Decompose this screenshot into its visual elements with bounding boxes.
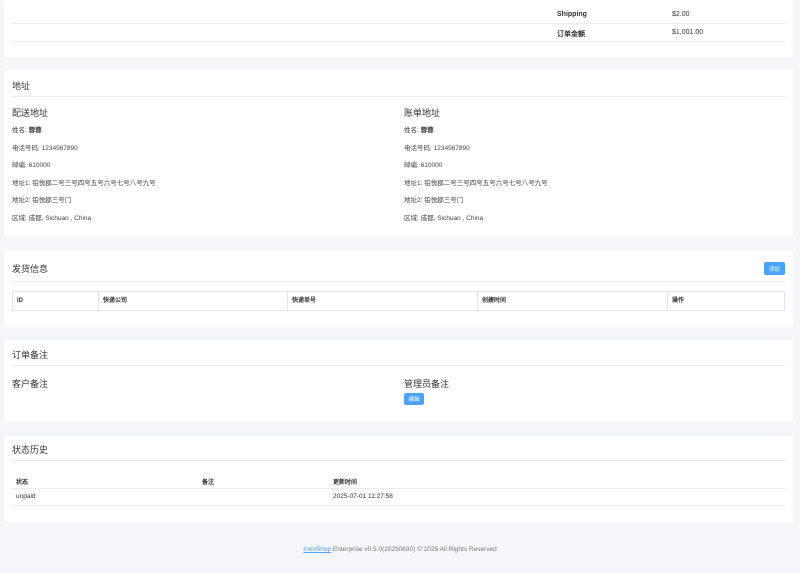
customer-notes-label: 客户备注 (12, 379, 49, 389)
table-row: unpaid 2025-07-01 11:27:58 (12, 489, 785, 506)
status-history-title: 状态历史 (12, 445, 49, 455)
col-id: ID (13, 292, 99, 310)
add-shipment-button[interactable]: 添加 (764, 262, 785, 275)
footer: InnoShop Enterprise v0.5.0(20250630) © 2… (0, 546, 800, 553)
totals-row-order-amount: 订单金额 $1,001.00 (12, 24, 785, 42)
billing-name: 姓名: 蓉蓉 (404, 127, 434, 134)
shipping-region: 区域: 成都, Sichuan , China (12, 214, 92, 222)
totals-label: Shipping (557, 11, 587, 18)
shipping-addr2: 地址2: 铂悦郡三号门 (12, 197, 72, 204)
history-updated-time: 2025-07-01 11:27:58 (333, 493, 393, 500)
divider (12, 96, 785, 97)
shipping-info-card: 发货信息 添加 ID 快递公司 快递单号 创建时间 操作 (4, 250, 793, 327)
footer-copyright: Enterprise v0.5.0(20250630) © 2025 All R… (331, 546, 497, 553)
billing-zip: 邮编: 610000 (404, 162, 443, 169)
shipping-zip: 邮编: 610000 (12, 162, 51, 169)
shipping-phone: 电话号码: 1234567890 (12, 144, 78, 152)
history-table-header: 状态 备注 更新时间 (12, 474, 785, 489)
col-created-time: 创建时间 (478, 292, 668, 310)
address-card: 地址 配送地址 姓名: 蓉蓉 电话号码: 1234567890 邮编: 6100… (4, 70, 793, 237)
billing-region: 区域: 成都, Sichuan , China (404, 214, 484, 222)
col-note: 备注 (202, 480, 215, 486)
footer-brand-link[interactable]: InnoShop (303, 546, 331, 553)
shipment-table-header: ID 快递公司 快递单号 创建时间 操作 (12, 291, 785, 311)
address-title: 地址 (12, 81, 31, 91)
col-tracking-number: 快递单号 (288, 292, 478, 310)
admin-notes-label: 管理员备注 (404, 379, 450, 389)
shipping-name: 姓名: 蓉蓉 (12, 127, 42, 134)
order-notes-card: 订单备注 客户备注 管理员备注 编辑 (4, 340, 793, 422)
col-courier: 快递公司 (99, 292, 288, 310)
shipping-info-title: 发货信息 (12, 264, 49, 274)
billing-address-title: 账单地址 (404, 108, 441, 118)
order-notes-title: 订单备注 (12, 350, 49, 360)
divider (12, 365, 785, 366)
col-updated-time: 更新时间 (333, 480, 358, 486)
billing-address: 账单地址 姓名: 蓉蓉 电话号码: 1234567890 邮编: 610000 … (404, 106, 784, 232)
status-history-card: 状态历史 状态 备注 更新时间 unpaid 2025-07-01 11:27:… (4, 436, 793, 522)
totals-label: 订单金额 (557, 31, 585, 38)
divider (12, 460, 785, 461)
shipping-address: 配送地址 姓名: 蓉蓉 电话号码: 1234567890 邮编: 610000 … (12, 106, 392, 232)
billing-addr1: 地址1: 铂悦郡二号三号四号五号六号七号八号九号 (404, 179, 548, 187)
edit-admin-notes-button[interactable]: 编辑 (404, 393, 424, 405)
order-totals-card: Shipping $2.00 订单金额 $1,001.00 (4, 0, 793, 57)
totals-value: $1,001.00 (672, 29, 704, 36)
history-status: unpaid (16, 493, 36, 500)
divider (12, 281, 785, 282)
col-actions: 操作 (672, 298, 685, 304)
billing-phone: 电话号码: 1234567890 (404, 144, 470, 152)
shipping-addr1: 地址1: 铂悦郡二号三号四号五号六号七号八号九号 (12, 179, 156, 187)
totals-row-shipping: Shipping $2.00 (12, 6, 785, 24)
shipping-address-title: 配送地址 (12, 108, 49, 118)
totals-value: $2.00 (672, 11, 690, 18)
col-status: 状态 (16, 480, 29, 486)
billing-addr2: 地址2: 铂悦郡三号门 (404, 197, 464, 204)
